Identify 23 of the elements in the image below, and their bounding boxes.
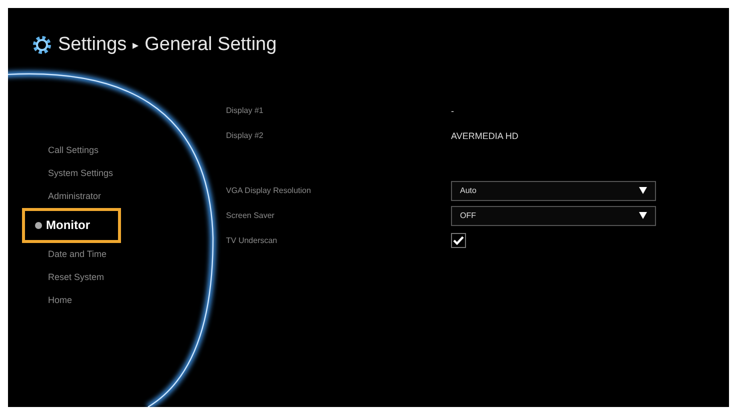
sidebar-item[interactable]: Date and Time [8, 243, 107, 266]
sidebar-item[interactable]: Monitor [22, 208, 121, 243]
dropdown-arrow-icon [639, 212, 647, 219]
page-title: General Setting [144, 34, 277, 56]
sidebar-item[interactable]: Reset System [8, 266, 104, 289]
setting-label: Display #1 [226, 106, 264, 115]
gear-icon [32, 35, 52, 55]
dropdown[interactable]: OFF [451, 206, 656, 226]
checkbox[interactable] [451, 233, 466, 248]
sidebar-item[interactable]: Home [8, 289, 72, 312]
setting-value: AVERMEDIA HD [451, 130, 518, 140]
setting-value: - [451, 106, 454, 116]
dropdown[interactable]: Auto [451, 180, 656, 200]
sidebar-item[interactable]: Call Settings [8, 139, 99, 162]
sidebar-item[interactable]: Administrator [8, 185, 102, 208]
setting-label: TV Underscan [226, 236, 278, 245]
sidebar-item[interactable]: System Settings [8, 162, 114, 185]
breadcrumb-separator: ▸ [132, 38, 139, 52]
setting-label: Screen Saver [226, 211, 276, 220]
setting-label: Display #2 [226, 131, 264, 140]
breadcrumb-title: Settings [58, 34, 127, 56]
setting-label: VGA Display Resolution [226, 186, 312, 195]
dropdown-arrow-icon [639, 187, 647, 194]
